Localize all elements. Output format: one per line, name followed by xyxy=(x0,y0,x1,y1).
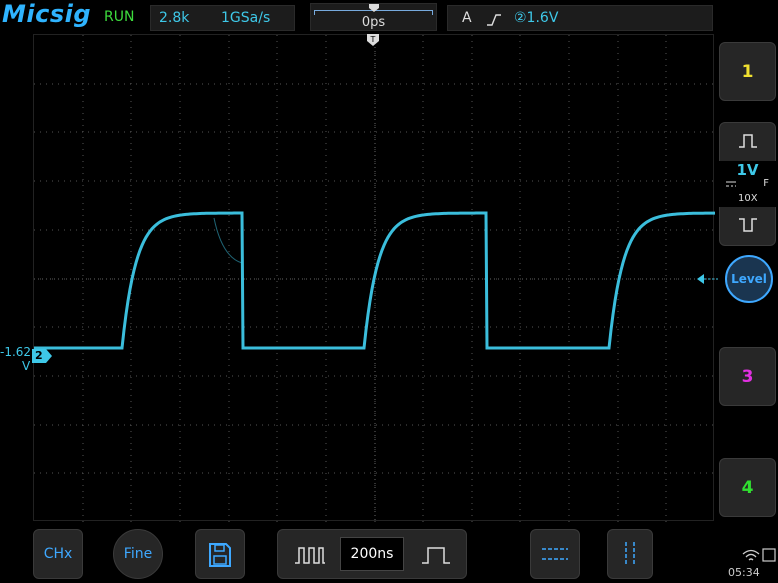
timebase-control: 200ns xyxy=(277,529,467,579)
wide-pulse-icon[interactable] xyxy=(294,545,326,565)
acquisition-panel[interactable]: 2.8k 1GSa/s xyxy=(150,5,295,31)
channel2-probe: 10X xyxy=(738,193,758,204)
fine-label: Fine xyxy=(123,546,153,562)
channel4-button[interactable]: 4 xyxy=(719,458,776,517)
fine-button[interactable]: Fine xyxy=(113,529,163,579)
horizontal-cursor-icon xyxy=(542,548,568,560)
wifi-icon xyxy=(742,549,760,561)
channel1-label: 1 xyxy=(741,62,754,82)
waveform-persistence-trace xyxy=(213,217,243,264)
trigger-position-icon xyxy=(369,4,379,12)
battery-icon xyxy=(762,548,776,562)
dc-coupling-icon xyxy=(726,181,736,187)
sample-rate: 1GSa/s xyxy=(221,10,271,26)
trigger-panel[interactable]: A ②1.6V xyxy=(447,5,713,31)
trigger-time-marker-icon[interactable]: T xyxy=(367,34,379,46)
channel3-button[interactable]: 3 xyxy=(719,347,776,406)
waveform-display[interactable] xyxy=(33,34,715,522)
brand-logo: Micsig xyxy=(2,0,92,28)
chx-button[interactable]: CHx xyxy=(33,529,83,579)
scale-up-icon[interactable] xyxy=(738,133,758,149)
channel3-label: 3 xyxy=(741,367,754,387)
channel1-button[interactable]: 1 xyxy=(719,42,776,101)
channel2-bandwidth: F xyxy=(763,178,769,189)
run-state[interactable]: RUN xyxy=(104,9,134,25)
clock-time: 05:34 xyxy=(728,566,760,579)
channel2-scale: 1V xyxy=(736,161,759,179)
trigger-mode: A xyxy=(462,10,472,26)
trigger-position-value: 0ps xyxy=(361,15,386,30)
channel4-label: 4 xyxy=(741,478,754,498)
svg-text:T: T xyxy=(370,35,376,44)
channel2-panel[interactable]: 1V F 10X xyxy=(719,122,776,246)
narrow-pulse-icon[interactable] xyxy=(420,545,452,565)
save-button[interactable] xyxy=(195,529,245,579)
vertical-cursor-icon xyxy=(625,542,635,566)
rising-edge-icon xyxy=(487,14,501,26)
channel-offset-unit: V xyxy=(22,359,31,373)
scale-down-icon[interactable] xyxy=(738,217,758,233)
channel-offset-value: -1.62 xyxy=(0,345,32,359)
horizontal-cursor-button[interactable] xyxy=(530,529,580,579)
memory-depth: 2.8k xyxy=(159,10,190,26)
chx-label: CHx xyxy=(43,546,73,562)
channel-offset-readout: -1.62 V xyxy=(0,345,31,373)
trigger-level-arrow-icon xyxy=(697,274,719,284)
graticule xyxy=(34,35,715,522)
horizontal-position-panel[interactable]: 0ps xyxy=(310,3,437,31)
trigger-source-level: ②1.6V xyxy=(514,10,559,26)
vertical-cursor-button[interactable] xyxy=(607,529,653,579)
trigger-level-knob[interactable]: Level xyxy=(725,255,773,303)
save-icon xyxy=(209,543,231,567)
timebase-value[interactable]: 200ns xyxy=(340,537,404,571)
